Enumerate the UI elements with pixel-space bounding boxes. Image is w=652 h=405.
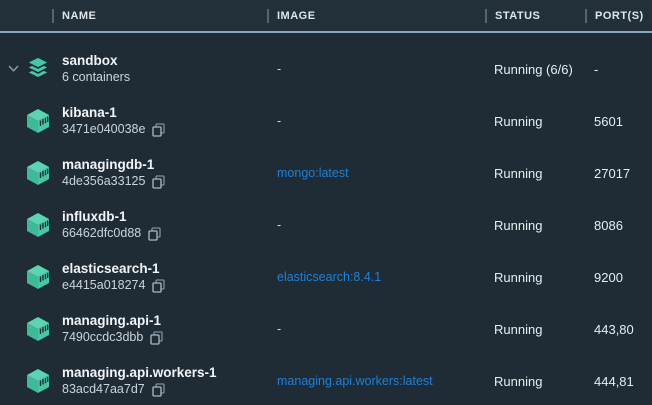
image-link: - <box>267 322 485 336</box>
container-id: e4415a018274 <box>62 277 145 294</box>
copy-icon <box>152 175 165 189</box>
name-cell: influxdb-1 66462dfc0d88 <box>0 208 267 242</box>
container-cube-icon <box>26 160 50 186</box>
copy-button[interactable] <box>152 383 165 397</box>
container-cube-icon <box>26 108 50 134</box>
copy-icon <box>150 331 163 345</box>
table-row[interactable]: sandbox 6 containers - Running (6/6) - <box>0 43 652 95</box>
column-separator <box>485 9 487 23</box>
copy-button[interactable] <box>148 227 161 241</box>
container-name: influxdb-1 <box>62 208 161 225</box>
table-row[interactable]: influxdb-1 66462dfc0d88 - Running 8086 <box>0 199 652 251</box>
name-text: sandbox 6 containers <box>62 52 130 86</box>
copy-button[interactable] <box>150 331 163 345</box>
name-text: managing.api.workers-1 83acd47aa7d7 <box>62 364 217 398</box>
container-cube-icon <box>26 316 50 342</box>
container-name: managing.api-1 <box>62 312 163 329</box>
container-id: 6 containers <box>62 69 130 86</box>
ports-text: 27017 <box>585 166 652 181</box>
image-link: - <box>267 218 485 232</box>
row-icon <box>26 368 50 394</box>
name-text: elasticsearch-1 e4415a018274 <box>62 260 165 294</box>
expander[interactable] <box>8 65 26 73</box>
status-text: Running <box>485 218 585 233</box>
container-name: sandbox <box>62 52 130 69</box>
row-icon <box>26 316 50 342</box>
column-header-image: IMAGE <box>267 9 485 23</box>
status-text: Running <box>485 374 585 389</box>
copy-button[interactable] <box>152 123 165 137</box>
container-id: 3471e040038e <box>62 121 145 138</box>
name-text: influxdb-1 66462dfc0d88 <box>62 208 161 242</box>
image-link: - <box>267 114 485 128</box>
container-cube-icon <box>26 264 50 290</box>
container-id: 66462dfc0d88 <box>62 225 141 242</box>
copy-icon <box>148 227 161 241</box>
status-text: Running <box>485 322 585 337</box>
container-name: kibana-1 <box>62 104 165 121</box>
container-id: 7490ccdc3dbb <box>62 329 143 346</box>
name-text: managing.api-1 7490ccdc3dbb <box>62 312 163 346</box>
column-separator <box>267 9 269 23</box>
column-header-ports: PORT(S) <box>585 9 652 23</box>
ports-text: 5601 <box>585 114 652 129</box>
container-cube-icon <box>26 368 50 394</box>
column-separator <box>52 9 54 23</box>
status-text: Running <box>485 166 585 181</box>
container-cube-icon <box>26 212 50 238</box>
table-row[interactable]: managing.api.workers-1 83acd47aa7d7 mana… <box>0 355 652 405</box>
copy-icon <box>152 383 165 397</box>
name-cell: kibana-1 3471e040038e <box>0 104 267 138</box>
containers-table: NAME IMAGE STATUS PORT(S) <box>0 0 652 405</box>
table-row[interactable]: managingdb-1 4de356a33125 mongo:latest R… <box>0 147 652 199</box>
column-separator <box>585 9 587 23</box>
container-name: elasticsearch-1 <box>62 260 165 277</box>
table-body: sandbox 6 containers - Running (6/6) - <box>0 33 652 405</box>
stack-icon <box>26 56 50 84</box>
column-label: NAME <box>62 10 96 22</box>
status-text: Running <box>485 270 585 285</box>
row-icon <box>26 56 50 82</box>
copy-icon <box>152 123 165 137</box>
row-icon <box>26 160 50 186</box>
ports-text: 8086 <box>585 218 652 233</box>
name-cell: sandbox 6 containers <box>0 52 267 86</box>
column-header-name: NAME <box>0 9 267 23</box>
container-id: 83acd47aa7d7 <box>62 381 145 398</box>
column-header-status: STATUS <box>485 9 585 23</box>
copy-icon <box>152 279 165 293</box>
ports-text: - <box>585 62 652 77</box>
table-row[interactable]: managing.api-1 7490ccdc3dbb - Running 44… <box>0 303 652 355</box>
ports-text: 9200 <box>585 270 652 285</box>
table-header: NAME IMAGE STATUS PORT(S) <box>0 0 652 33</box>
copy-button[interactable] <box>152 279 165 293</box>
copy-button[interactable] <box>152 175 165 189</box>
container-id: 4de356a33125 <box>62 173 145 190</box>
name-cell: managingdb-1 4de356a33125 <box>0 156 267 190</box>
image-link[interactable]: mongo:latest <box>267 166 485 180</box>
name-cell: elasticsearch-1 e4415a018274 <box>0 260 267 294</box>
container-name: managing.api.workers-1 <box>62 364 217 381</box>
row-icon <box>26 108 50 134</box>
name-cell: managing.api-1 7490ccdc3dbb <box>0 312 267 346</box>
table-row[interactable]: elasticsearch-1 e4415a018274 elasticsear… <box>0 251 652 303</box>
container-name: managingdb-1 <box>62 156 165 173</box>
image-link[interactable]: elasticsearch:8.4.1 <box>267 270 485 284</box>
name-cell: managing.api.workers-1 83acd47aa7d7 <box>0 364 267 398</box>
ports-text: 443,80 <box>585 322 652 337</box>
row-icon <box>26 264 50 290</box>
ports-text: 444,81 <box>585 374 652 389</box>
chevron-down-icon <box>8 65 19 73</box>
image-link[interactable]: managing.api.workers:latest <box>267 374 485 388</box>
name-text: managingdb-1 4de356a33125 <box>62 156 165 190</box>
image-link: - <box>267 62 485 76</box>
column-label: STATUS <box>495 10 540 22</box>
row-icon <box>26 212 50 238</box>
status-text: Running <box>485 114 585 129</box>
column-label: IMAGE <box>277 10 316 22</box>
column-label: PORT(S) <box>595 10 644 22</box>
status-text: Running (6/6) <box>485 62 585 77</box>
name-text: kibana-1 3471e040038e <box>62 104 165 138</box>
table-row[interactable]: kibana-1 3471e040038e - Running 5601 <box>0 95 652 147</box>
